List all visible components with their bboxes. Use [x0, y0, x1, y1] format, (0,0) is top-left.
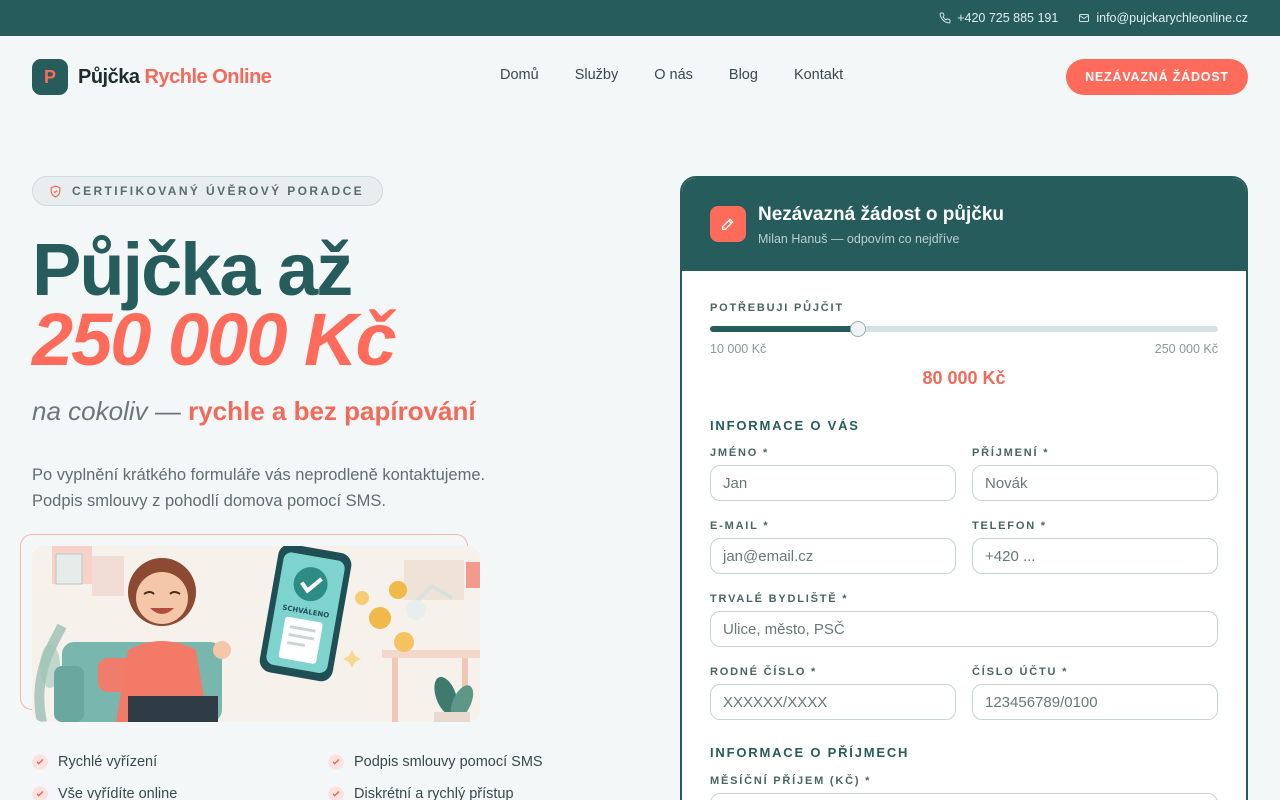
last-name-input[interactable]: Novák	[972, 465, 1218, 501]
site-header: P Půjčka Rychle Online Domů Služby O nás…	[0, 36, 1280, 118]
birth-number-label: RODNÉ ČÍSLO *	[710, 666, 818, 678]
mail-icon	[1079, 14, 1090, 22]
feature-item: Podpis smlouvy pomocí SMS	[328, 754, 543, 770]
logo-text: Půjčka Rychle Online	[78, 65, 272, 89]
account-number-input[interactable]: 123456789/0100	[972, 684, 1218, 720]
first-name-label: JMÉNO *	[710, 447, 770, 459]
hero-subtitle: na cokoliv — rychle a bez papírování	[32, 396, 476, 427]
address-input[interactable]: Ulice, město, PSČ	[710, 611, 1218, 647]
logo-text-part2: Rychle Online	[144, 65, 272, 88]
feature-label: Diskrétní a rychlý přístup	[354, 786, 514, 800]
nav-item-o-nas[interactable]: O nás	[654, 67, 693, 83]
site-logo[interactable]: P Půjčka Rychle Online	[32, 59, 272, 95]
loan-request-form: Nezávazná žádost o půjčku Milan Hanuš — …	[680, 176, 1248, 800]
header-cta-button[interactable]: NEZÁVAZNÁ ŽÁDOST	[1066, 59, 1248, 95]
hero-subtitle-highlight: rychle a bez papírování	[188, 396, 476, 426]
check-icon	[328, 786, 344, 800]
badge-text: CERTIFIKOVANÝ ÚVĚROVÝ PORADCE	[72, 184, 365, 198]
topbar-email[interactable]: info@pujckarychleonline.cz	[1078, 11, 1248, 25]
form-title: Nezávazná žádost o půjčku	[758, 204, 1005, 225]
last-name-label: PŘÍJMENÍ *	[972, 447, 1050, 459]
birth-number-input[interactable]: XXXXXX/XXXX	[710, 684, 956, 720]
feature-item: Rychlé vyřízení	[32, 754, 157, 770]
section-income: INFORMACE O PŘÍJMECH	[710, 745, 910, 760]
nav-item-blog[interactable]: Blog	[729, 67, 758, 83]
address-label: TRVALÉ BYDLIŠTĚ *	[710, 593, 849, 605]
slider-max-label: 250 000 Kč	[1154, 342, 1218, 356]
top-contact-bar: +420 725 885 191 info@pujckarychleonline…	[0, 0, 1280, 36]
hero-description: Po vyplnění krátkého formuláře vás nepro…	[32, 462, 552, 514]
hero-description-line2: Podpis smlouvy z pohodlí domova pomocí S…	[32, 492, 387, 510]
email-input[interactable]: jan@email.cz	[710, 538, 956, 574]
nav-item-domu[interactable]: Domů	[500, 67, 539, 83]
feature-label: Rychlé vyřízení	[58, 754, 158, 770]
amount-slider-thumb[interactable]	[850, 321, 867, 337]
feature-label: Vše vyřídíte online	[58, 786, 178, 800]
topbar-email-text: info@pujckarychleonline.cz	[1096, 11, 1248, 25]
check-icon	[328, 754, 344, 770]
phone-icon	[939, 12, 951, 24]
nav-item-kontakt[interactable]: Kontakt	[794, 67, 843, 83]
feature-label: Podpis smlouvy pomocí SMS	[354, 754, 543, 770]
topbar-phone-text: +420 725 885 191	[957, 11, 1059, 25]
first-name-input[interactable]: Jan	[710, 465, 956, 501]
shield-icon	[50, 184, 61, 198]
amount-slider[interactable]	[710, 321, 1218, 337]
feature-item: Vše vyřídíte online	[32, 786, 177, 800]
form-subtitle: Milan Hanuš — odpovím co nejdříve	[758, 232, 960, 246]
phone-label: TELEFON *	[972, 520, 1047, 532]
feature-item: Diskrétní a rychlý přístup	[328, 786, 514, 800]
account-number-label: ČÍSLO ÚČTU *	[972, 666, 1069, 678]
slider-min-label: 10 000 Kč	[710, 342, 767, 356]
hero-description-line1: Po vyplnění krátkého formuláře vás nepro…	[32, 466, 486, 484]
amount-slider-fill	[710, 326, 859, 332]
logo-text-part1: Půjčka	[78, 65, 140, 88]
hero-title-line2: 250 000 Kč	[32, 298, 397, 381]
topbar-phone[interactable]: +420 725 885 191	[939, 11, 1058, 25]
logo-mark: P	[32, 59, 68, 95]
hero-subtitle-plain: na cokoliv —	[32, 396, 181, 426]
edit-icon	[710, 206, 746, 242]
hero-illustration: SCHVÁLENO	[32, 546, 480, 722]
income-label: MĚSÍČNÍ PŘÍJEM (KČ) *	[710, 775, 872, 787]
phone-input[interactable]: +420 ...	[972, 538, 1218, 574]
selected-amount: 80 000 Kč	[922, 368, 1006, 388]
main-nav: Domů Služby O nás Blog Kontakt	[500, 67, 843, 83]
email-label: E-MAIL *	[710, 520, 770, 532]
section-about-you: INFORMACE O VÁS	[710, 418, 860, 433]
check-icon	[32, 786, 48, 800]
certified-badge: CERTIFIKOVANÝ ÚVĚROVÝ PORADCE	[32, 176, 384, 206]
nav-item-sluzby[interactable]: Služby	[575, 67, 619, 83]
check-icon	[32, 754, 48, 770]
income-input[interactable]	[710, 793, 1218, 800]
amount-label: POTŘEBUJI PŮJČIT	[710, 302, 844, 314]
form-header: Nezávazná žádost o půjčku Milan Hanuš — …	[682, 178, 1246, 271]
